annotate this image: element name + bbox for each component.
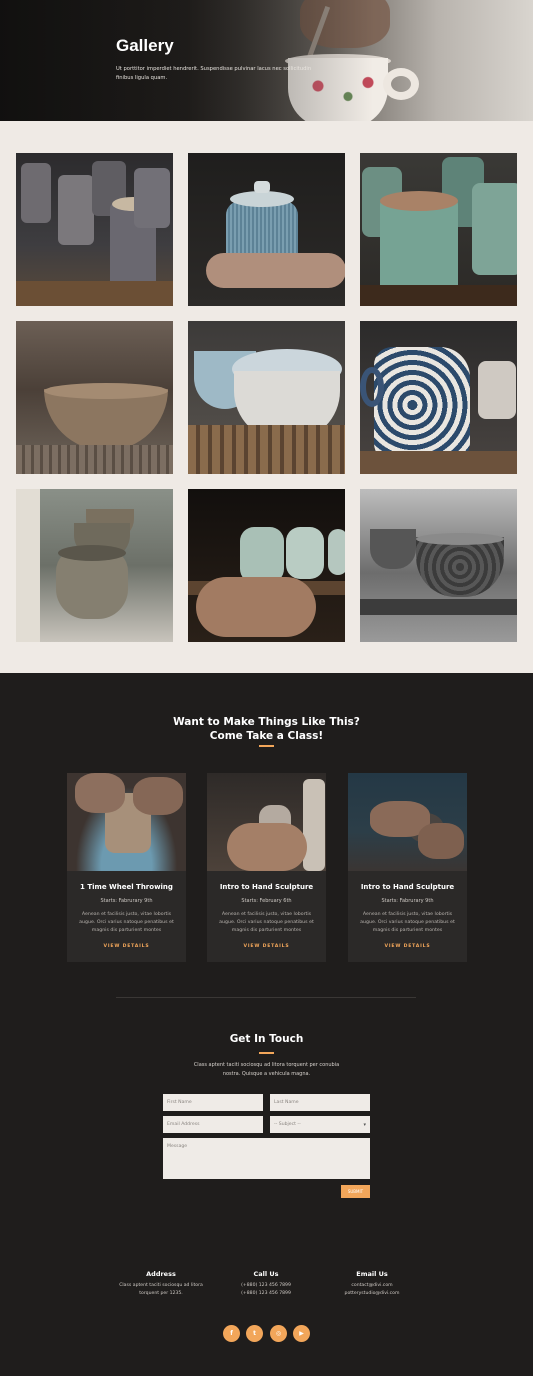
twitter-icon[interactable]: t: [246, 1325, 263, 1342]
chevron-down-icon: ▾: [363, 1122, 366, 1128]
class-card-image-wheel: [67, 773, 186, 871]
call-heading: Call Us: [253, 1270, 279, 1278]
message-field[interactable]: Message: [163, 1138, 370, 1179]
class-card-description: Aenean et facilisis justo, vitae loborti…: [360, 912, 455, 933]
page-title: Gallery: [116, 36, 174, 55]
class-card-title: 1 Time Wheel Throwing: [80, 883, 173, 891]
email-heading: Email Us: [356, 1270, 388, 1278]
gallery-image-monochrome-mugs[interactable]: [360, 489, 517, 642]
email-address[interactable]: potterystudio@divi.com: [312, 1290, 432, 1298]
hero-banner: Gallery Ut porttitor imperdiet hendrerit…: [0, 0, 533, 121]
class-card: 1 Time Wheel Throwing Starts: Fabrurary …: [67, 773, 186, 962]
last-name-placeholder: Last Name: [274, 1100, 299, 1105]
last-name-field[interactable]: Last Name: [270, 1094, 370, 1111]
class-card-start-date: Starts: February 6th: [241, 898, 292, 904]
classes-heading-line1: Want to Make Things Like This?: [173, 716, 360, 728]
gallery-image-small-clay-pots-row[interactable]: [16, 489, 173, 642]
address-heading: Address: [146, 1270, 176, 1278]
message-placeholder: Message: [167, 1144, 188, 1149]
class-card: Intro to Hand Sculpture Starts: Fabrurar…: [348, 773, 467, 962]
youtube-icon[interactable]: ▶: [293, 1325, 310, 1342]
subject-selected-value: -- Subject --: [274, 1122, 301, 1127]
facebook-icon[interactable]: f: [223, 1325, 240, 1342]
gallery-image-blue-floral-pitcher[interactable]: [360, 321, 517, 474]
first-name-field[interactable]: First Name: [163, 1094, 263, 1111]
email-placeholder: Email Address: [167, 1122, 200, 1127]
gallery-image-stacked-cups[interactable]: [16, 153, 173, 306]
address-block: Address Class aptent taciti sociosqu ad …: [101, 1270, 221, 1297]
submit-button[interactable]: SUBMIT: [341, 1185, 370, 1198]
gallery-image-stacked-white-bowls[interactable]: [188, 321, 345, 474]
first-name-placeholder: First Name: [167, 1100, 192, 1105]
subject-select[interactable]: -- Subject -- ▾: [270, 1116, 370, 1133]
view-details-link[interactable]: VIEW DETAILS: [207, 944, 326, 949]
call-block: Call Us (+880) 123 456 7899 (+880) 123 4…: [206, 1270, 326, 1297]
class-card-start-date: Starts: Fabrurary 9th: [100, 898, 153, 904]
gallery-image-pale-green-cups-in-hands[interactable]: [188, 489, 345, 642]
contact-heading-underline: [259, 1052, 274, 1054]
address-line: torquent per 1235.: [139, 1290, 183, 1296]
contact-heading: Get In Touch: [229, 1033, 304, 1045]
hero-description: Ut porttitor imperdiet hendrerit. Suspen…: [116, 66, 312, 81]
class-card: Intro to Hand Sculpture Starts: February…: [207, 773, 326, 962]
gallery-image-lidded-jar-in-hands[interactable]: [188, 153, 345, 306]
section-divider: [116, 997, 416, 998]
gallery-image-green-cylinder-pots[interactable]: [360, 153, 517, 306]
classes-heading: Want to Make Things Like This? Come Take…: [0, 715, 533, 743]
instagram-icon[interactable]: ◎: [270, 1325, 287, 1342]
class-card-image-hand-sculpture-2: [348, 773, 467, 871]
gallery-section: [0, 121, 533, 673]
class-card-title: Intro to Hand Sculpture: [219, 883, 314, 891]
classes-heading-underline: [259, 745, 274, 747]
address-line: Class aptent taciti sociosqu ad litora: [119, 1283, 203, 1288]
view-details-link[interactable]: VIEW DETAILS: [348, 944, 467, 949]
class-card-title: Intro to Hand Sculpture: [360, 883, 455, 891]
hero-overlay: [0, 0, 533, 121]
view-details-link[interactable]: VIEW DETAILS: [67, 944, 186, 949]
contact-subtext: Class aptent taciti sociosqu ad litora t…: [193, 1062, 340, 1077]
class-card-description: Aenean et facilisis justo, vitae loborti…: [219, 912, 314, 933]
gallery-image-clay-bowl-on-rack[interactable]: [16, 321, 173, 474]
phone-number[interactable]: (+880) 123 456 7899: [206, 1290, 326, 1298]
class-card-description: Aenean et facilisis justo, vitae loborti…: [79, 912, 174, 933]
class-card-image-hand-sculpture: [207, 773, 326, 871]
class-card-start-date: Starts: Fabrurary 9th: [381, 898, 434, 904]
email-address[interactable]: contact@divi.com: [312, 1282, 432, 1290]
phone-number[interactable]: (+880) 123 456 7899: [206, 1282, 326, 1290]
email-field[interactable]: Email Address: [163, 1116, 263, 1133]
classes-heading-line2: Come Take a Class!: [209, 730, 324, 742]
email-block: Email Us contact@divi.com potterystudio@…: [312, 1270, 432, 1297]
